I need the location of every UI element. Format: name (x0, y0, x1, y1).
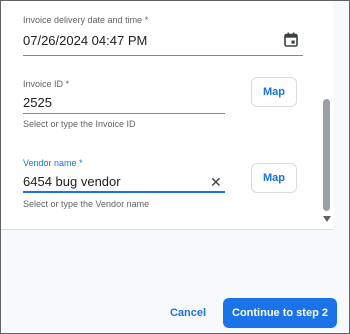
chevron-down-icon[interactable] (323, 216, 331, 222)
vendor-name-field[interactable]: Vendor name * 6454 bug vendor Select or … (23, 158, 225, 214)
vendor-name-input[interactable]: 6454 bug vendor (23, 174, 121, 189)
form-panel: Invoice delivery date and time * 07/26/2… (1, 1, 333, 230)
invoice-id-field[interactable]: Invoice ID * 2525 Select or type the Inv… (23, 79, 225, 139)
delivery-datetime-input[interactable]: 07/26/2024 04:47 PM (23, 33, 147, 48)
delivery-datetime-label: Invoice delivery date and time * (23, 15, 149, 25)
delivery-datetime-field[interactable]: Invoice delivery date and time * 07/26/2… (23, 15, 303, 56)
continue-button[interactable]: Continue to step 2 (223, 298, 337, 328)
scrollbar-thumb[interactable] (323, 99, 330, 211)
invoice-id-input[interactable]: 2525 (23, 95, 52, 110)
close-icon[interactable]: ✕ (210, 175, 222, 189)
cancel-button[interactable]: Cancel (163, 299, 213, 327)
vendor-name-underline (23, 191, 225, 193)
invoice-id-label: Invoice ID * (23, 79, 70, 89)
vendor-name-helper: Select or type the Vendor name (23, 199, 150, 209)
dialog: Invoice delivery date and time * 07/26/2… (0, 0, 350, 334)
delivery-datetime-underline (23, 55, 303, 56)
scrollbar[interactable] (319, 1, 331, 229)
vendor-name-label: Vendor name * (23, 158, 83, 168)
calendar-icon[interactable] (284, 32, 298, 47)
invoice-id-map-button[interactable]: Map (251, 77, 297, 107)
invoice-id-helper: Select or type the Invoice ID (23, 119, 136, 129)
invoice-id-underline (23, 113, 225, 114)
vendor-name-map-button[interactable]: Map (251, 163, 297, 193)
